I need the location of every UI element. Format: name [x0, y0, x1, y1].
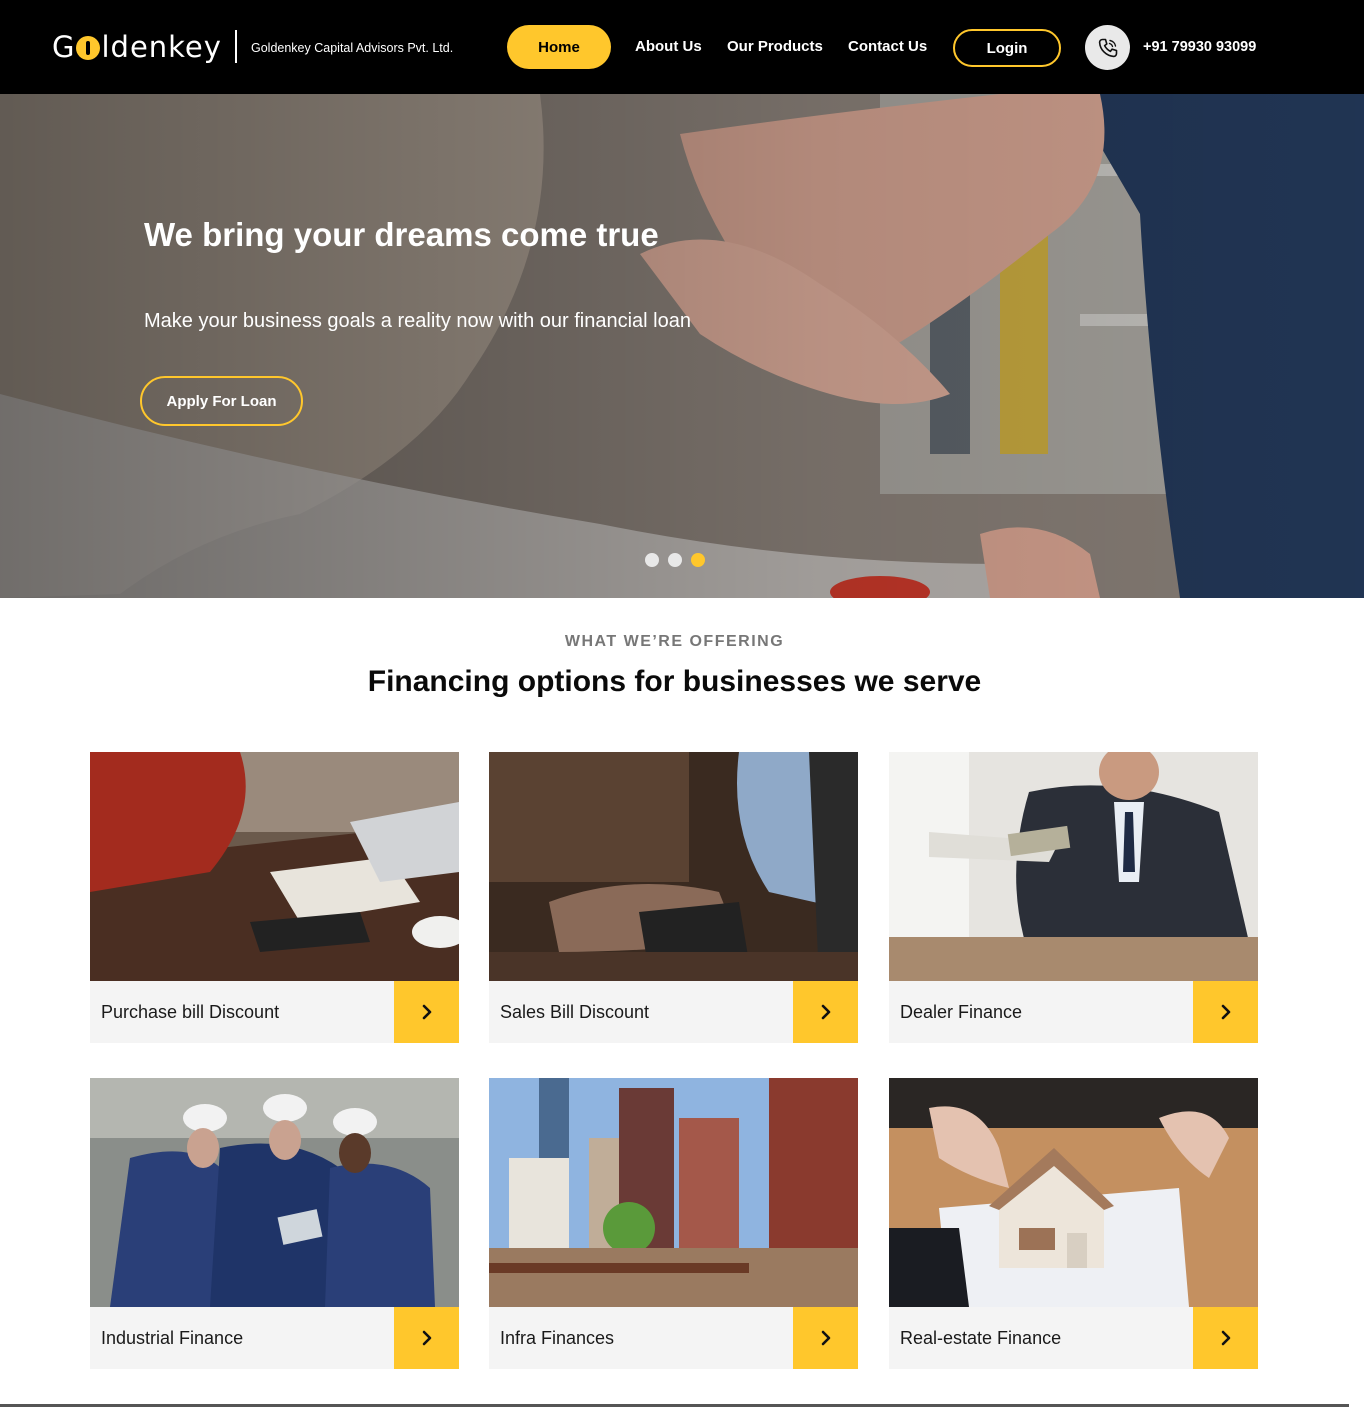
section-bottom-border	[0, 1404, 1349, 1407]
hero-overlay	[0, 94, 1364, 598]
card-label[interactable]: Dealer Finance	[900, 1000, 1022, 1024]
offering-card-real-estate-finance[interactable]: Real-estate Finance	[889, 1078, 1258, 1369]
carousel-dot[interactable]	[668, 553, 682, 567]
company-name: Goldenkey Capital Advisors Pvt. Ltd.	[251, 41, 454, 55]
nav-contact-link[interactable]: Contact Us	[848, 38, 927, 56]
chevron-right-icon[interactable]	[793, 1307, 858, 1369]
card-label[interactable]: Infra Finances	[500, 1326, 614, 1350]
nav-home-button[interactable]: Home	[507, 25, 611, 69]
infra-finances-image	[489, 1078, 858, 1307]
real-estate-finance-image	[889, 1078, 1258, 1307]
chevron-right-icon[interactable]	[1193, 981, 1258, 1043]
section-title: Financing options for businesses we serv…	[367, 665, 982, 698]
card-label[interactable]: Purchase bill Discount	[101, 1000, 279, 1024]
chevron-right-icon[interactable]	[394, 1307, 459, 1369]
card-label[interactable]: Sales Bill Discount	[500, 1000, 649, 1024]
carousel-dot-active[interactable]	[691, 553, 705, 567]
hero-title: We bring your dreams come true	[144, 216, 659, 253]
card-label[interactable]: Industrial Finance	[101, 1326, 243, 1350]
chevron-right-icon[interactable]	[1193, 1307, 1258, 1369]
industrial-finance-image	[90, 1078, 459, 1307]
section-eyebrow: WHAT WE’RE OFFERING	[564, 633, 785, 650]
card-label[interactable]: Real-estate Finance	[900, 1326, 1061, 1350]
sales-bill-image	[489, 752, 858, 981]
apply-for-loan-button[interactable]: Apply For Loan	[140, 376, 303, 426]
logo[interactable]: Gldenkey	[52, 30, 222, 64]
logo-wordmark: Gldenkey	[52, 30, 222, 64]
offering-card-infra-finances[interactable]: Infra Finances	[489, 1078, 858, 1369]
dealer-finance-image	[889, 752, 1258, 981]
login-button[interactable]: Login	[953, 29, 1061, 67]
offering-card-industrial-finance[interactable]: Industrial Finance	[90, 1078, 459, 1369]
offering-card-dealer-finance[interactable]: Dealer Finance	[889, 752, 1258, 1043]
purchase-bill-image	[90, 752, 459, 981]
offering-card-sales-bill[interactable]: Sales Bill Discount	[489, 752, 858, 1043]
site-header: Gldenkey Goldenkey Capital Advisors Pvt.…	[0, 0, 1364, 94]
phone-number[interactable]: +91 79930 93099	[1143, 38, 1256, 56]
chevron-right-icon[interactable]	[793, 981, 858, 1043]
nav-products-link[interactable]: Our Products	[727, 38, 823, 56]
key-icon	[76, 36, 101, 60]
phone-icon[interactable]	[1085, 25, 1130, 70]
carousel-dot[interactable]	[645, 553, 659, 567]
nav-about-link[interactable]: About Us	[635, 38, 702, 56]
chevron-right-icon[interactable]	[394, 981, 459, 1043]
hero-banner: We bring your dreams come true Make your…	[0, 94, 1364, 598]
offering-card-purchase-bill[interactable]: Purchase bill Discount	[90, 752, 459, 1043]
logo-divider	[235, 30, 237, 63]
carousel-dots	[645, 553, 705, 567]
hero-subtitle: Make your business goals a reality now w…	[144, 310, 691, 332]
